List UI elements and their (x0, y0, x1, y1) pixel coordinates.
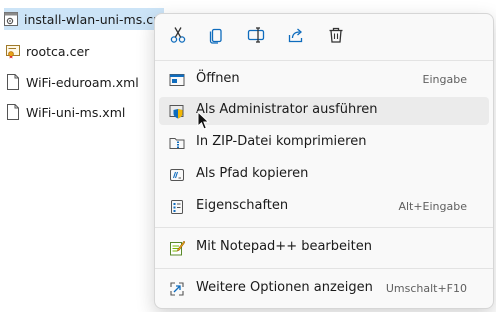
menu-divider (155, 227, 493, 228)
mouse-pointer-icon (197, 110, 211, 131)
document-icon (6, 74, 20, 90)
file-item-install-wlan-uni-ms[interactable]: install-wlan-uni-ms.cmd (4, 8, 164, 30)
file-name: rootca.cer (26, 43, 90, 59)
menu-item-copy-as-path[interactable]: Als Pfad kopieren (159, 161, 489, 189)
quick-actions-bar (155, 20, 493, 54)
menu-item-label: Weitere Optionen anzeigen (196, 280, 373, 295)
menu-item-open[interactable]: Öffnen Eingabe (159, 66, 489, 94)
rename-button[interactable] (241, 22, 271, 52)
menu-divider (155, 60, 493, 61)
file-item-rootca[interactable]: rootca.cer (6, 40, 166, 62)
menu-item-shortcut: Eingabe (422, 73, 467, 86)
delete-icon (327, 26, 345, 48)
copy-icon (207, 26, 225, 48)
certificate-icon (6, 43, 20, 59)
share-button[interactable] (281, 22, 311, 52)
file-name: WiFi-eduroam.xml (26, 74, 139, 90)
document-icon (6, 104, 20, 120)
menu-item-label: Mit Notepad++ bearbeiten (196, 239, 372, 254)
cut-icon (169, 26, 187, 48)
notepad-plus-plus-icon (169, 240, 185, 256)
script-file-icon (4, 11, 18, 27)
properties-icon (169, 199, 185, 215)
file-name: WiFi-uni-ms.xml (26, 104, 126, 120)
shield-icon (169, 103, 185, 119)
menu-item-label: In ZIP-Datei komprimieren (196, 134, 367, 149)
menu-item-label: Öffnen (196, 71, 240, 86)
menu-item-compress-zip[interactable]: In ZIP-Datei komprimieren (159, 129, 489, 157)
menu-item-label: Eigenschaften (196, 198, 289, 213)
menu-item-edit-notepad-plus-plus[interactable]: Mit Notepad++ bearbeiten (159, 234, 489, 262)
menu-item-show-more-options[interactable]: Weitere Optionen anzeigen Umschalt+F10 (159, 275, 489, 303)
menu-item-shortcut: Umschalt+F10 (385, 282, 467, 295)
menu-item-properties[interactable]: Eigenschaften Alt+Eingabe (159, 193, 489, 221)
cut-button[interactable] (163, 22, 193, 52)
menu-item-shortcut: Alt+Eingabe (398, 200, 467, 213)
menu-item-label: Als Administrator ausführen (196, 102, 378, 117)
menu-item-label: Als Pfad kopieren (196, 166, 309, 181)
file-name: install-wlan-uni-ms.cmd (24, 11, 164, 27)
open-icon (169, 72, 185, 88)
file-item-wifi-eduroam[interactable]: WiFi-eduroam.xml (6, 71, 166, 93)
copy-path-icon (169, 167, 185, 183)
file-item-wifi-uni-ms[interactable]: WiFi-uni-ms.xml (6, 101, 166, 123)
more-options-icon (169, 281, 185, 297)
share-icon (287, 26, 305, 48)
menu-divider (155, 268, 493, 269)
context-menu: Öffnen Eingabe Als Administrator ausführ… (154, 13, 494, 309)
zip-folder-icon (169, 135, 185, 151)
copy-button[interactable] (201, 22, 231, 52)
rename-icon (247, 26, 265, 48)
delete-button[interactable] (321, 22, 351, 52)
